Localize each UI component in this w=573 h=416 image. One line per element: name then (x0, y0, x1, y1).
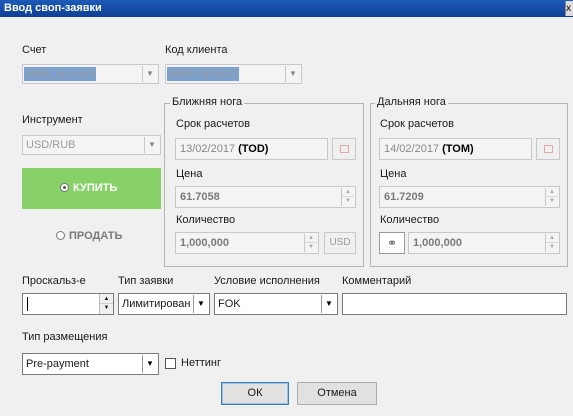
near-settlement-date-field[interactable]: 13/02/2017 (TOD) (175, 138, 328, 160)
far-price-label: Цена (380, 168, 407, 180)
chevron-down-icon: ▼ (142, 66, 157, 82)
far-quantity-label: Количество (380, 214, 440, 226)
far-settlement-tenor: (TOM) (442, 143, 474, 155)
near-currency-button[interactable]: USD (324, 232, 356, 254)
placement-label: Тип размещения (22, 331, 108, 343)
near-quantity-value: 1,000,000 (180, 237, 229, 249)
slippage-input[interactable]: ▲ ▼ (22, 293, 114, 315)
instrument-label: Инструмент (22, 114, 83, 126)
far-leg-title: Дальняя нога (375, 96, 448, 108)
calendar-icon (339, 145, 349, 153)
slippage-stepper[interactable]: ▲ ▼ (99, 294, 113, 314)
condition-select[interactable]: FOK ▼ (214, 293, 338, 315)
far-price-field[interactable]: 61.7209 ▲ ▼ (379, 186, 560, 208)
ok-button[interactable]: ОК (221, 382, 289, 405)
buy-label: КУПИТЬ (73, 182, 118, 194)
near-price-stepper[interactable]: ▲ ▼ (341, 188, 354, 206)
placement-value: Pre-payment (26, 358, 89, 370)
far-price-stepper[interactable]: ▲ ▼ (545, 188, 558, 206)
condition-label: Условие исполнения (214, 275, 320, 287)
order-type-value: Лимитирован (122, 298, 191, 310)
account-value: SBM_account (24, 67, 97, 81)
account-label: Счет (22, 44, 47, 56)
near-settlement-tenor: (TOD) (238, 143, 269, 155)
link-legs-button[interactable]: ⚭ (379, 232, 405, 254)
buy-button[interactable]: КУПИТЬ (22, 168, 161, 209)
sell-radio[interactable]: ПРОДАТЬ (56, 230, 122, 242)
client-code-value: SBMCIBTest1 (167, 67, 240, 81)
far-calendar-button[interactable] (536, 138, 560, 160)
near-leg-title: Ближняя нога (170, 96, 245, 108)
client-code-select[interactable]: SBMCIBTest1 ▼ (165, 64, 302, 84)
far-settlement-label: Срок расчетов (380, 118, 455, 130)
sell-radio-icon (56, 231, 65, 240)
near-quantity-field[interactable]: 1,000,000 ▲ ▼ (175, 232, 319, 254)
near-quantity-stepper[interactable]: ▲ ▼ (304, 234, 317, 252)
sell-label: ПРОДАТЬ (69, 230, 123, 242)
placement-select[interactable]: Pre-payment ▼ (22, 353, 159, 375)
cancel-button[interactable]: Отмена (297, 382, 377, 405)
chevron-down-icon: ▼ (321, 295, 336, 313)
comment-label: Комментарий (342, 275, 412, 287)
chevron-down-icon: ▼ (142, 355, 157, 373)
buy-radio-icon (60, 183, 69, 192)
far-quantity-stepper[interactable]: ▲ ▼ (545, 234, 558, 252)
condition-value: FOK (218, 298, 241, 310)
near-quantity-label: Количество (176, 214, 236, 226)
instrument-value: USD/RUB (26, 139, 76, 151)
chevron-down-icon: ▼ (285, 66, 300, 82)
close-icon: x (566, 3, 571, 14)
comment-input[interactable] (342, 293, 567, 315)
window-title: Ввод своп-заявки (4, 2, 102, 14)
far-quantity-field[interactable]: 1,000,000 ▲ ▼ (408, 232, 560, 254)
client-code-label: Код клиента (165, 44, 228, 56)
order-type-select[interactable]: Лимитирован ▼ (118, 293, 210, 315)
near-settlement-label: Срок расчетов (176, 118, 251, 130)
instrument-select[interactable]: USD/RUB ▼ (22, 135, 161, 155)
slippage-label: Проскальз-е (22, 275, 86, 287)
far-quantity-value: 1,000,000 (413, 237, 462, 249)
chevron-down-icon: ▼ (193, 295, 208, 313)
chevron-down-icon: ▼ (144, 137, 159, 153)
far-settlement-date-field[interactable]: 14/02/2017 (TOM) (379, 138, 532, 160)
account-select[interactable]: SBM_account ▼ (22, 64, 159, 84)
near-calendar-button[interactable] (332, 138, 356, 160)
order-type-label: Тип заявки (118, 275, 174, 287)
far-settlement-date: 14/02/2017 (384, 143, 440, 155)
text-cursor (27, 297, 28, 311)
near-settlement-date: 13/02/2017 (180, 143, 236, 155)
window-titlebar: Ввод своп-заявки (0, 0, 573, 17)
near-price-label: Цена (176, 168, 203, 180)
far-price-value: 61.7209 (384, 191, 424, 203)
near-price-field[interactable]: 61.7058 ▲ ▼ (175, 186, 356, 208)
close-button[interactable]: x (565, 1, 573, 16)
calendar-icon (543, 145, 553, 153)
near-price-value: 61.7058 (180, 191, 220, 203)
link-icon: ⚭ (386, 236, 398, 250)
netting-checkbox[interactable] (165, 358, 176, 369)
netting-label: Неттинг (181, 357, 222, 369)
